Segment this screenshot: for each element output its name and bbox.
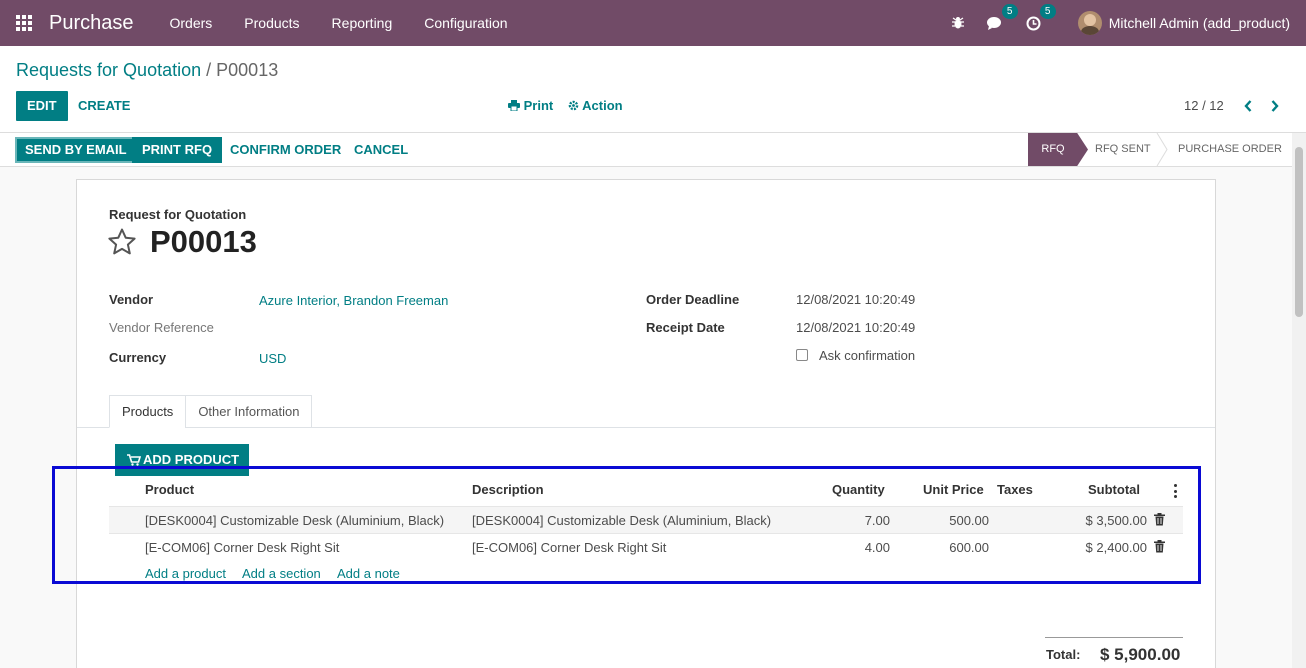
ask-confirmation-checkbox[interactable] xyxy=(796,349,808,361)
breadcrumb-parent-link[interactable]: Requests for Quotation xyxy=(16,60,201,80)
form-statusbar: SEND BY EMAIL PRINT RFQ CONFIRM ORDER CA… xyxy=(0,133,1306,167)
document-type-label: Request for Quotation xyxy=(109,207,247,222)
breadcrumb: Requests for Quotation / P00013 xyxy=(16,60,278,81)
receipt-date-value: 12/08/2021 10:20:49 xyxy=(796,320,916,335)
menu-item-configuration[interactable]: Configuration xyxy=(408,0,523,46)
messages-icon[interactable]: 5 xyxy=(986,4,1018,33)
breadcrumb-current: P00013 xyxy=(216,60,279,80)
app-name[interactable]: Purchase xyxy=(49,12,134,35)
navbar-systray: 5 5 Mitchell Admin (add_product) xyxy=(930,0,1290,46)
print-dropdown[interactable]: Print xyxy=(508,91,553,121)
activities-count-badge: 5 xyxy=(1039,4,1056,19)
breadcrumb-separator: / xyxy=(206,60,212,80)
stage-rfq: RFQ xyxy=(1028,133,1088,166)
action-label: Action xyxy=(582,98,623,113)
highlight-rectangle xyxy=(52,466,1201,584)
send-by-email-button[interactable]: SEND BY EMAIL xyxy=(15,137,137,163)
form-sheet: Request for Quotation P00013 Vendor Azur… xyxy=(76,179,1216,668)
edit-button[interactable]: EDIT xyxy=(16,91,68,121)
page-scrollbar[interactable] xyxy=(1292,133,1306,668)
vendor-value-link[interactable]: Azure Interior, Brandon Freeman xyxy=(259,293,448,308)
activities-clock-icon[interactable]: 5 xyxy=(1024,4,1056,33)
currency-label: Currency xyxy=(109,350,167,365)
action-dropdown[interactable]: Action xyxy=(568,91,623,121)
currency-value-link[interactable]: USD xyxy=(259,351,286,366)
cancel-button[interactable]: CANCEL xyxy=(344,137,418,163)
menu-item-products[interactable]: Products xyxy=(228,0,315,46)
print-label: Print xyxy=(523,98,554,113)
total-label: Total: xyxy=(1046,647,1081,662)
print-rfq-button[interactable]: PRINT RFQ xyxy=(132,137,223,163)
total-value: $ 5,900.00 xyxy=(1100,645,1181,664)
menu-item-orders[interactable]: Orders xyxy=(154,0,229,46)
debug-bug-icon[interactable] xyxy=(948,13,968,33)
pager-value[interactable]: 12 / 12 xyxy=(1184,98,1224,113)
user-name: Mitchell Admin (add_product) xyxy=(1108,15,1290,31)
stage-purchase-order: PURCHASE ORDER xyxy=(1178,143,1282,155)
pager-next-chevron-icon[interactable] xyxy=(1267,96,1283,116)
document-name: P00013 xyxy=(150,224,257,259)
tab-other-information[interactable]: Other Information xyxy=(185,395,313,428)
gear-icon xyxy=(568,100,579,111)
vendor-label: Vendor xyxy=(109,292,154,307)
confirm-order-button[interactable]: CONFIRM ORDER xyxy=(220,137,351,163)
order-deadline-value: 12/08/2021 10:20:49 xyxy=(796,292,916,307)
scrollbar-thumb[interactable] xyxy=(1295,147,1303,317)
total-divider xyxy=(1045,637,1183,638)
shopping-cart-icon xyxy=(127,454,141,466)
pager-previous-chevron-icon[interactable] xyxy=(1240,96,1256,116)
ask-confirmation-label: Ask confirmation xyxy=(819,348,916,363)
menu-item-reporting[interactable]: Reporting xyxy=(316,0,409,46)
printer-icon xyxy=(508,100,520,112)
vendor-reference-label: Vendor Reference xyxy=(109,320,214,335)
stage-rfq-sent: RFQ SENT xyxy=(1095,143,1151,155)
control-panel: Requests for Quotation / P00013 EDIT CRE… xyxy=(0,46,1306,133)
user-avatar xyxy=(1077,11,1102,35)
notebook-tabs: Products Other Information xyxy=(109,395,313,429)
receipt-date-label: Receipt Date xyxy=(646,320,725,335)
main-menu: Orders Products Reporting Configuration xyxy=(154,0,524,46)
user-menu[interactable]: Mitchell Admin (add_product) xyxy=(1077,11,1290,35)
create-button[interactable]: CREATE xyxy=(67,91,141,121)
top-navbar: Purchase Orders Products Reporting Confi… xyxy=(0,0,1306,46)
apps-menu-icon[interactable] xyxy=(0,0,48,46)
star-icon[interactable] xyxy=(107,227,137,257)
order-deadline-label: Order Deadline xyxy=(646,292,740,307)
tab-products[interactable]: Products xyxy=(109,395,187,428)
messages-count-badge: 5 xyxy=(1001,4,1018,19)
